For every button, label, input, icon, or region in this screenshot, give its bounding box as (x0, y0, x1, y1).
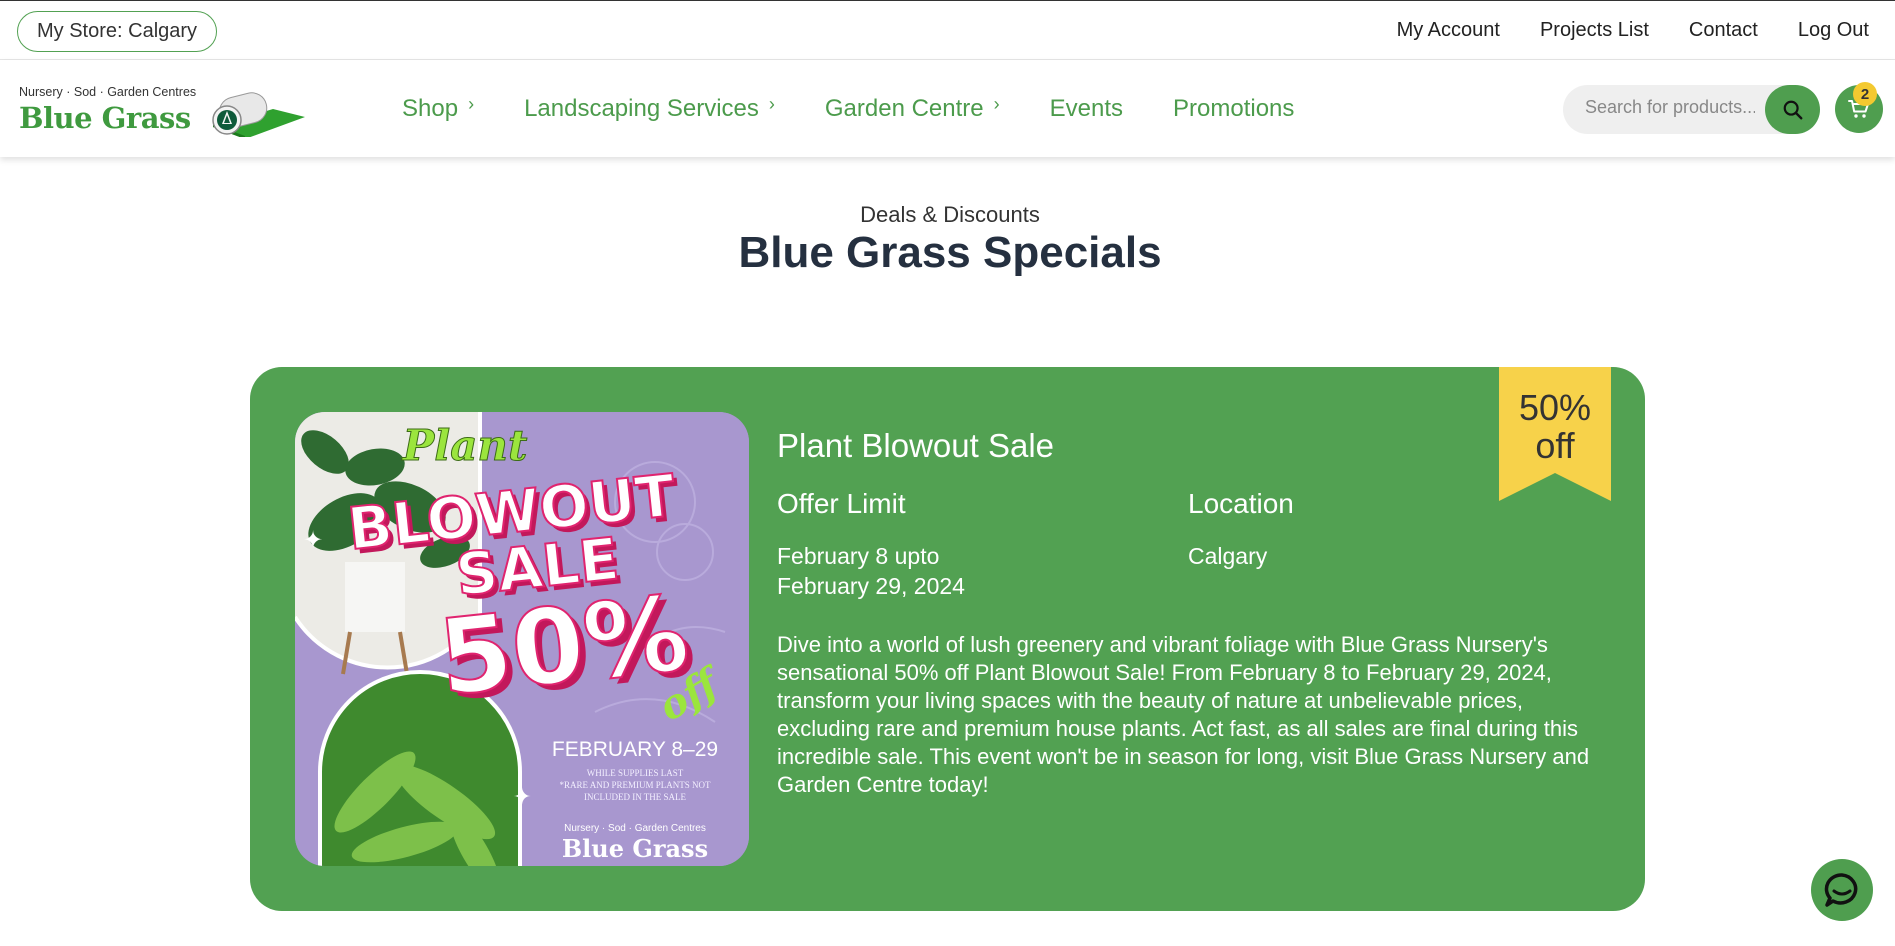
log-out-link[interactable]: Log Out (1798, 19, 1869, 42)
ribbon-percent: 50% (1518, 387, 1592, 428)
projects-list-link[interactable]: Projects List (1540, 19, 1649, 42)
site-logo[interactable]: Nursery · Sod · Garden Centres Blue Gras… (19, 84, 309, 138)
search-input[interactable] (1585, 97, 1755, 118)
logo-tagline: Nursery · Sod · Garden Centres (19, 85, 197, 99)
location-value: Calgary (1188, 543, 1268, 569)
chat-icon (1824, 873, 1858, 907)
nav-label: Garden Centre (824, 94, 984, 122)
main-nav: Shop › Landscaping Services › Garden Cen… (402, 60, 1344, 157)
offer-limit-label: Offer Limit (777, 488, 906, 519)
nav-label: Landscaping Services (524, 94, 759, 122)
nav-label: Promotions (1173, 94, 1295, 122)
main-header: Nursery · Sod · Garden Centres Blue Gras… (0, 60, 1895, 157)
search-icon (1783, 100, 1802, 119)
svg-text:Blue Grass: Blue Grass (562, 834, 708, 863)
chevron-right-icon: › (768, 94, 775, 114)
nav-item-landscaping-services[interactable]: Landscaping Services › (524, 94, 775, 123)
nav-item-garden-centre[interactable]: Garden Centre › (824, 94, 1000, 123)
nav-label: Shop (402, 94, 459, 122)
promo-poster: ✦ ✦ Plant BLOWOUT BLOWOUT SALE SALE 50% … (295, 412, 749, 866)
logo-name: Blue Grass (19, 101, 191, 135)
chevron-right-icon: › (993, 94, 1000, 114)
svg-text:✦: ✦ (513, 785, 531, 810)
account-links: My Account Projects List Contact Log Out (1397, 1, 1869, 59)
svg-text:*RARE AND PREMIUM PLANTS NOT: *RARE AND PREMIUM PLANTS NOT (559, 780, 711, 790)
nav-item-shop[interactable]: Shop › (402, 94, 475, 123)
promo-title: Plant Blowout Sale (777, 427, 1055, 464)
location-label: Location (1188, 488, 1294, 519)
nav-item-promotions[interactable]: Promotions (1173, 95, 1294, 123)
promo-image[interactable]: ✦ ✦ Plant BLOWOUT BLOWOUT SALE SALE 50% … (295, 412, 749, 866)
discount-ribbon-text: 50% off (1499, 389, 1611, 465)
chat-button[interactable] (1811, 859, 1873, 921)
offer-limit-line-2: February 29, 2024 (777, 573, 965, 599)
utility-bar: My Store: Calgary My Account Projects Li… (0, 0, 1895, 60)
search-button[interactable] (1765, 85, 1820, 134)
svg-text:Plant: Plant (402, 421, 528, 470)
page-title: Blue Grass Specials (738, 228, 1162, 277)
svg-text:Nursery · Sod · Garden Centres: Nursery · Sod · Garden Centres (564, 823, 706, 834)
cart-count-badge: 2 (1853, 82, 1877, 106)
sod-roll-icon (212, 92, 305, 137)
my-account-link[interactable]: My Account (1397, 19, 1500, 42)
contact-link[interactable]: Contact (1689, 19, 1758, 42)
chevron-right-icon: › (468, 94, 475, 114)
promo-description: Dive into a world of lush greenery and v… (777, 632, 1590, 797)
svg-text:✦: ✦ (303, 526, 323, 554)
offer-limit-line-1: February 8 upto (777, 543, 940, 569)
nav-label: Events (1049, 94, 1124, 122)
svg-text:INCLUDED IN THE SALE: INCLUDED IN THE SALE (584, 792, 687, 802)
offer-limit-value: February 8 upto February 29, 2024 (777, 541, 1077, 601)
ribbon-off: off (1535, 425, 1575, 466)
page-eyebrow: Deals & Discounts (860, 202, 1040, 227)
svg-text:WHILE SUPPLIES LAST: WHILE SUPPLIES LAST (587, 768, 684, 778)
nav-item-events[interactable]: Events (1050, 95, 1123, 123)
svg-text:FEBRUARY 8–29: FEBRUARY 8–29 (552, 738, 718, 761)
my-store-button[interactable]: My Store: Calgary (17, 11, 218, 52)
promo-card: ✦ ✦ Plant BLOWOUT BLOWOUT SALE SALE 50% … (250, 367, 1645, 911)
